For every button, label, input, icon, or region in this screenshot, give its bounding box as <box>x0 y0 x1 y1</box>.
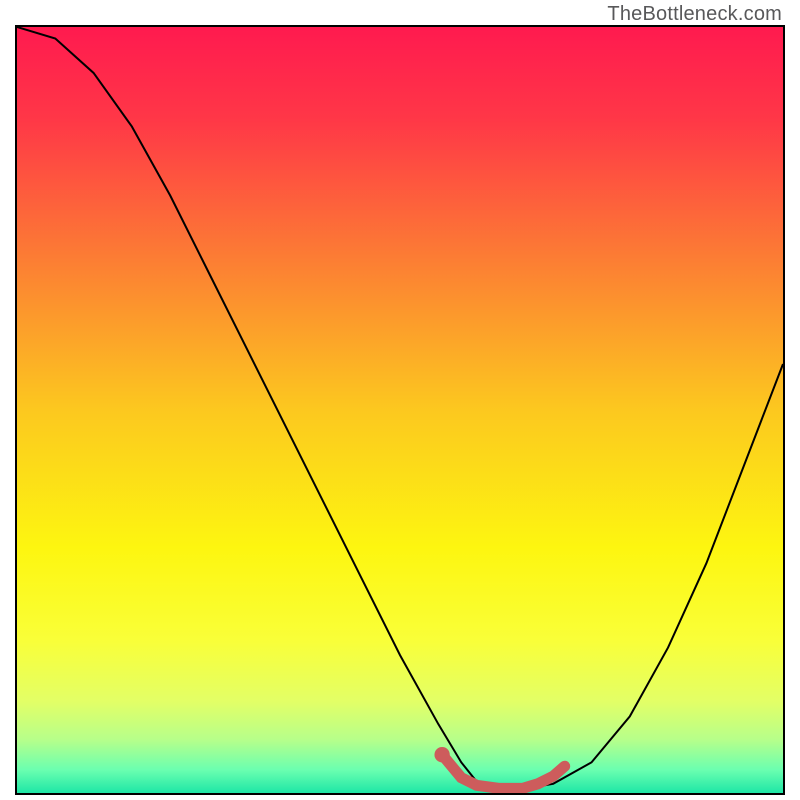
watermark-text: TheBottleneck.com <box>607 3 782 26</box>
bottleneck-curve <box>17 27 783 789</box>
highlight-marker <box>434 747 449 762</box>
chart-container: TheBottleneck.com <box>0 0 800 800</box>
curve-layer <box>17 27 783 793</box>
plot-area <box>15 25 785 795</box>
